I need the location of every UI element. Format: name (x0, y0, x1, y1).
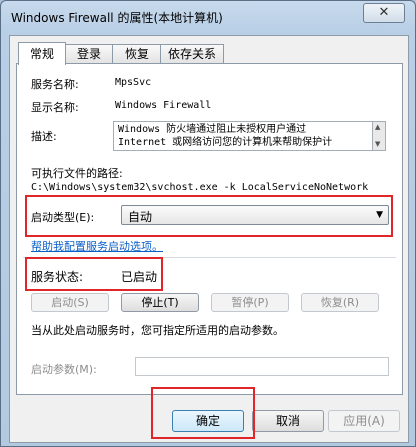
apply-button[interactable]: 应用(A) (328, 410, 400, 432)
tab-logon[interactable]: 登录 (64, 44, 114, 63)
scroll-up-icon[interactable]: ▲ (375, 123, 380, 131)
help-configure-link[interactable]: 帮助我配置服务启动选项。 (31, 238, 163, 254)
properties-window: Windows Firewall 的属性(本地计算机) ✕ 常规 登录 恢复 依… (0, 0, 416, 447)
description-scrollbar[interactable]: ▲ ▼ (373, 121, 386, 151)
tab-general[interactable]: 常规 (18, 42, 66, 65)
display-name-value: Windows Firewall (115, 100, 212, 111)
close-button[interactable]: ✕ (363, 3, 405, 23)
scroll-down-icon[interactable]: ▼ (375, 140, 380, 148)
window-title: Windows Firewall 的属性(本地计算机) (11, 11, 223, 25)
start-button[interactable]: 启动(S) (31, 293, 109, 312)
description-label: 描述: (31, 130, 57, 143)
exe-path-value: C:\Windows\system32\svchost.exe -k Local… (31, 182, 369, 193)
close-icon: ✕ (378, 5, 390, 20)
service-name-label: 服务名称: (31, 78, 79, 91)
stop-button[interactable]: 停止(T) (121, 293, 199, 312)
title-bar[interactable]: Windows Firewall 的属性(本地计算机) ✕ (1, 1, 415, 35)
start-params-input[interactable] (135, 357, 389, 376)
cancel-button[interactable]: 取消 (252, 410, 324, 432)
start-params-label: 启动参数(M): (31, 363, 97, 376)
display-name-label: 显示名称: (31, 101, 79, 114)
start-params-hint: 当从此处启动服务时，您可指定所适用的启动参数。 (31, 324, 284, 337)
startup-type-highlight (25, 195, 393, 237)
service-status-highlight (25, 257, 163, 291)
pause-button[interactable]: 暂停(P) (211, 293, 289, 312)
tab-recovery[interactable]: 恢复 (112, 44, 162, 63)
service-name-value: MpsSvc (115, 77, 152, 88)
exe-path-label: 可执行文件的路径: (31, 167, 123, 180)
ok-button-highlight (151, 387, 255, 439)
dialog-client-area: 常规 登录 恢复 依存关系 服务名称: MpsSvc 显示名称: Windows… (9, 35, 409, 443)
tab-dependencies[interactable]: 依存关系 (160, 44, 224, 63)
resume-button[interactable]: 恢复(R) (301, 293, 379, 312)
description-text[interactable]: Windows 防火墙通过阻止未授权用户通过 Internet 或网络访问您的计… (113, 121, 373, 151)
